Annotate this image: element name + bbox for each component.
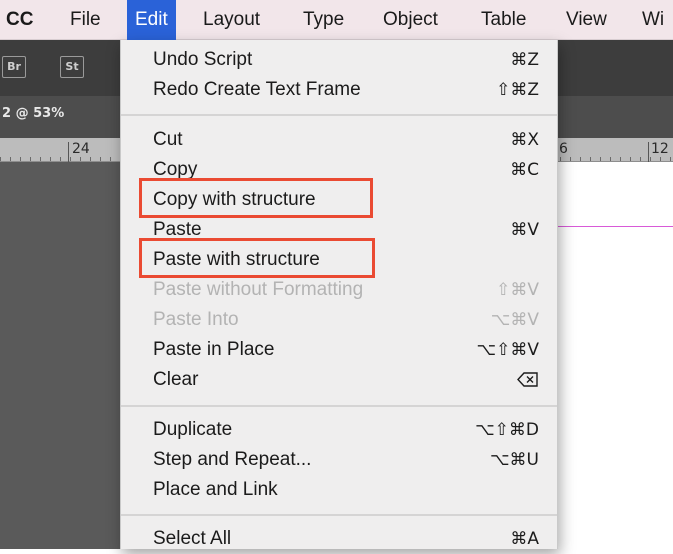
menu-object[interactable]: Object [383, 0, 438, 40]
menu-item-shortcut: ⌘V [510, 220, 539, 240]
menu-file[interactable]: File [70, 0, 101, 40]
menu-item-label: Clear [153, 369, 199, 390]
menu-item-redo-create-text-frame[interactable]: Redo Create Text Frame ⇧⌘Z [121, 75, 557, 105]
menu-item-paste-without-formatting: Paste without Formatting ⇧⌘V [121, 275, 557, 305]
menu-item-label: Paste in Place [153, 339, 275, 360]
menu-item-label: Undo Script [153, 49, 253, 70]
menu-separator [121, 405, 557, 407]
ruler-tick [68, 142, 69, 162]
menu-item-shortcut: ⇧⌘Z [496, 80, 539, 100]
menu-table[interactable]: Table [481, 0, 526, 40]
menu-app[interactable]: CC [6, 0, 33, 40]
menu-item-shortcut: ⇧⌘V [496, 280, 539, 300]
menu-item-paste-in-place[interactable]: Paste in Place ⌥⇧⌘V [121, 335, 557, 365]
menu-item-shortcut: ⌘A [510, 529, 539, 549]
menu-item-shortcut: ⌥⌘V [490, 310, 539, 330]
menu-layout[interactable]: Layout [203, 0, 260, 40]
edit-menu-dropdown: Undo Script ⌘Z Redo Create Text Frame ⇧⌘… [120, 40, 558, 549]
menu-item-label: Select All [153, 528, 232, 549]
ruler-tick [648, 142, 649, 162]
menu-item-shortcut: ⌘C [510, 160, 539, 180]
menu-item-undo-script[interactable]: Undo Script ⌘Z [121, 45, 557, 75]
menu-item-label: Paste Into [153, 309, 239, 330]
menu-item-shortcut: ⌥⇧⌘V [476, 340, 539, 360]
ruler-number: 24 [72, 141, 90, 157]
menu-item-duplicate[interactable]: Duplicate ⌥⇧⌘D [121, 415, 557, 445]
menu-view[interactable]: View [566, 0, 607, 40]
menu-item-label: Step and Repeat... [153, 449, 312, 470]
menu-item-clear[interactable]: Clear [121, 365, 557, 395]
stock-button[interactable]: St [60, 56, 84, 78]
menu-bar: CC File Edit Layout Type Object Table Vi… [0, 0, 673, 40]
menu-item-shortcut: ⌘Z [510, 50, 539, 70]
menu-item-label: Redo Create Text Frame [153, 79, 361, 100]
ruler-number: 12 [651, 141, 669, 157]
menu-separator [121, 514, 557, 516]
menu-type[interactable]: Type [303, 0, 344, 40]
guide-line [540, 226, 673, 227]
menu-window[interactable]: Wi [642, 0, 664, 40]
menu-item-shortcut: ⌘X [510, 130, 539, 150]
pasteboard [0, 162, 120, 549]
menu-item-shortcut: ⌥⌘U [489, 450, 539, 470]
menu-item-label: Cut [153, 129, 183, 150]
menu-edit[interactable]: Edit [127, 0, 176, 40]
menu-item-step-and-repeat[interactable]: Step and Repeat... ⌥⌘U [121, 445, 557, 475]
bridge-button[interactable]: Br [2, 56, 26, 78]
menu-item-select-all[interactable]: Select All ⌘A [121, 524, 557, 554]
highlight-box-copy-with-structure [139, 178, 373, 218]
menu-item-cut[interactable]: Cut ⌘X [121, 125, 557, 155]
menu-item-label: Paste without Formatting [153, 279, 364, 300]
delete-key-icon [517, 365, 539, 395]
highlight-box-paste-with-structure [139, 238, 375, 278]
ruler-number: 6 [559, 141, 568, 157]
menu-item-paste-into: Paste Into ⌥⌘V [121, 305, 557, 335]
menu-item-place-and-link[interactable]: Place and Link [121, 475, 557, 505]
document-tab-label: 2 @ 53% [2, 106, 65, 121]
menu-item-shortcut: ⌥⇧⌘D [475, 420, 539, 440]
menu-item-label: Duplicate [153, 419, 233, 440]
menu-item-label: Place and Link [153, 479, 278, 500]
menu-separator [121, 114, 557, 116]
